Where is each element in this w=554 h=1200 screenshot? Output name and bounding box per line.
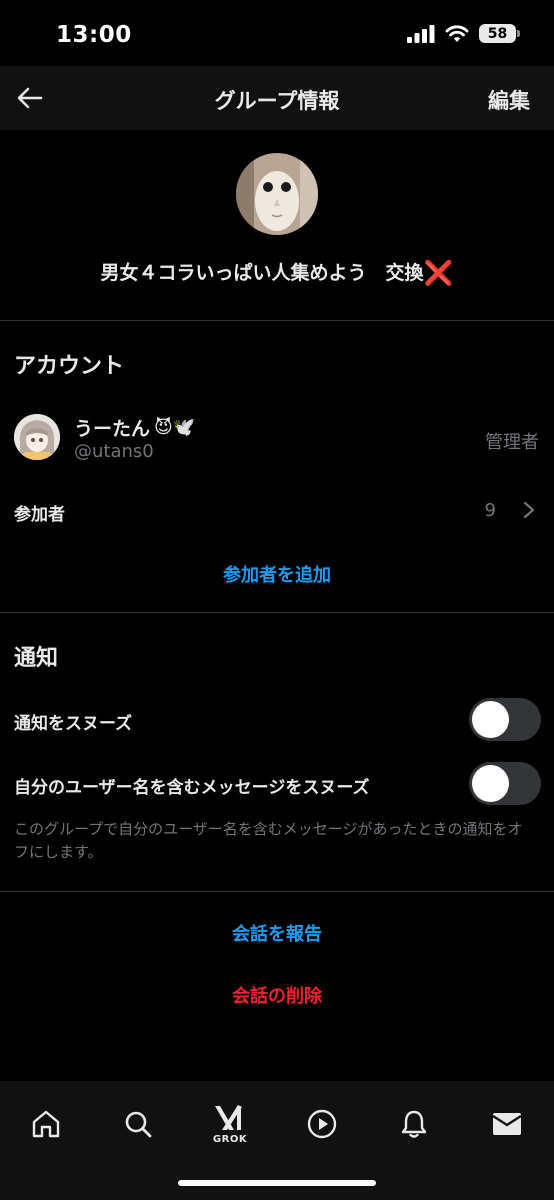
group-avatar[interactable]	[236, 153, 318, 235]
chevron-right-icon[interactable]	[522, 500, 536, 520]
group-name: 男女４コラいっぱい人集めよう 交換❌	[0, 258, 554, 287]
member-name-emojis: 😈🕊️	[154, 417, 196, 438]
edit-button[interactable]: 編集	[488, 85, 530, 115]
notification-section-title: 通知	[14, 646, 59, 671]
cross-mark-icon: ❌	[423, 259, 454, 287]
member-name[interactable]: うーたん 😈🕊️	[74, 414, 195, 441]
member-role-badge: 管理者	[485, 432, 539, 453]
participants-count: 9	[484, 500, 496, 521]
tab-notifications[interactable]	[391, 1101, 437, 1147]
divider	[0, 320, 554, 321]
group-name-text: 男女４コラいっぱい人集めよう 交換	[100, 262, 424, 284]
participants-row[interactable]: 参加者	[14, 500, 65, 525]
home-icon	[32, 1110, 60, 1138]
group-avatar-image	[236, 153, 318, 235]
add-participants-button[interactable]: 参加者を追加	[0, 561, 554, 587]
status-icons: 58	[407, 24, 520, 43]
account-section-title: アカウント	[14, 354, 125, 379]
member-handle: @utans0	[74, 441, 154, 462]
battery-indicator: 58	[479, 24, 520, 43]
snooze-mentions-helper-text: このグループで自分のユーザー名を含むメッセージがあったときの通知をオフにします。	[14, 820, 523, 861]
grok-label: GROK	[212, 1134, 248, 1145]
play-icon	[307, 1109, 337, 1139]
tab-search[interactable]	[115, 1101, 161, 1147]
tab-messages[interactable]	[484, 1101, 530, 1147]
divider	[0, 891, 554, 892]
report-conversation-button[interactable]: 会話を報告	[0, 920, 554, 946]
divider	[0, 612, 554, 613]
bell-icon	[401, 1110, 427, 1138]
member-avatar-image	[14, 414, 60, 460]
top-header: グループ情報 編集	[0, 66, 554, 130]
signal-icon	[407, 24, 435, 43]
tab-video[interactable]	[299, 1101, 345, 1147]
status-time: 13:00	[56, 22, 132, 48]
snooze-mentions-toggle[interactable]	[469, 762, 541, 805]
page-title: グループ情報	[214, 89, 340, 113]
tab-home[interactable]	[23, 1101, 69, 1147]
search-icon	[125, 1111, 152, 1138]
grok-icon	[215, 1105, 242, 1130]
tab-grok[interactable]: GROK	[207, 1101, 253, 1147]
delete-conversation-button[interactable]: 会話の削除	[0, 982, 554, 1008]
snooze-mentions-label: 自分のユーザー名を含むメッセージをスヌーズ	[14, 778, 370, 798]
toggle-knob	[472, 765, 509, 802]
toggle-knob	[472, 701, 509, 738]
mail-icon	[492, 1113, 522, 1135]
member-avatar[interactable]	[14, 414, 60, 460]
wifi-icon	[445, 24, 469, 42]
snooze-notifications-label: 通知をスヌーズ	[14, 714, 133, 734]
snooze-notifications-toggle[interactable]	[469, 698, 541, 741]
home-indicator	[178, 1180, 376, 1186]
member-name-text: うーたん	[74, 418, 151, 440]
